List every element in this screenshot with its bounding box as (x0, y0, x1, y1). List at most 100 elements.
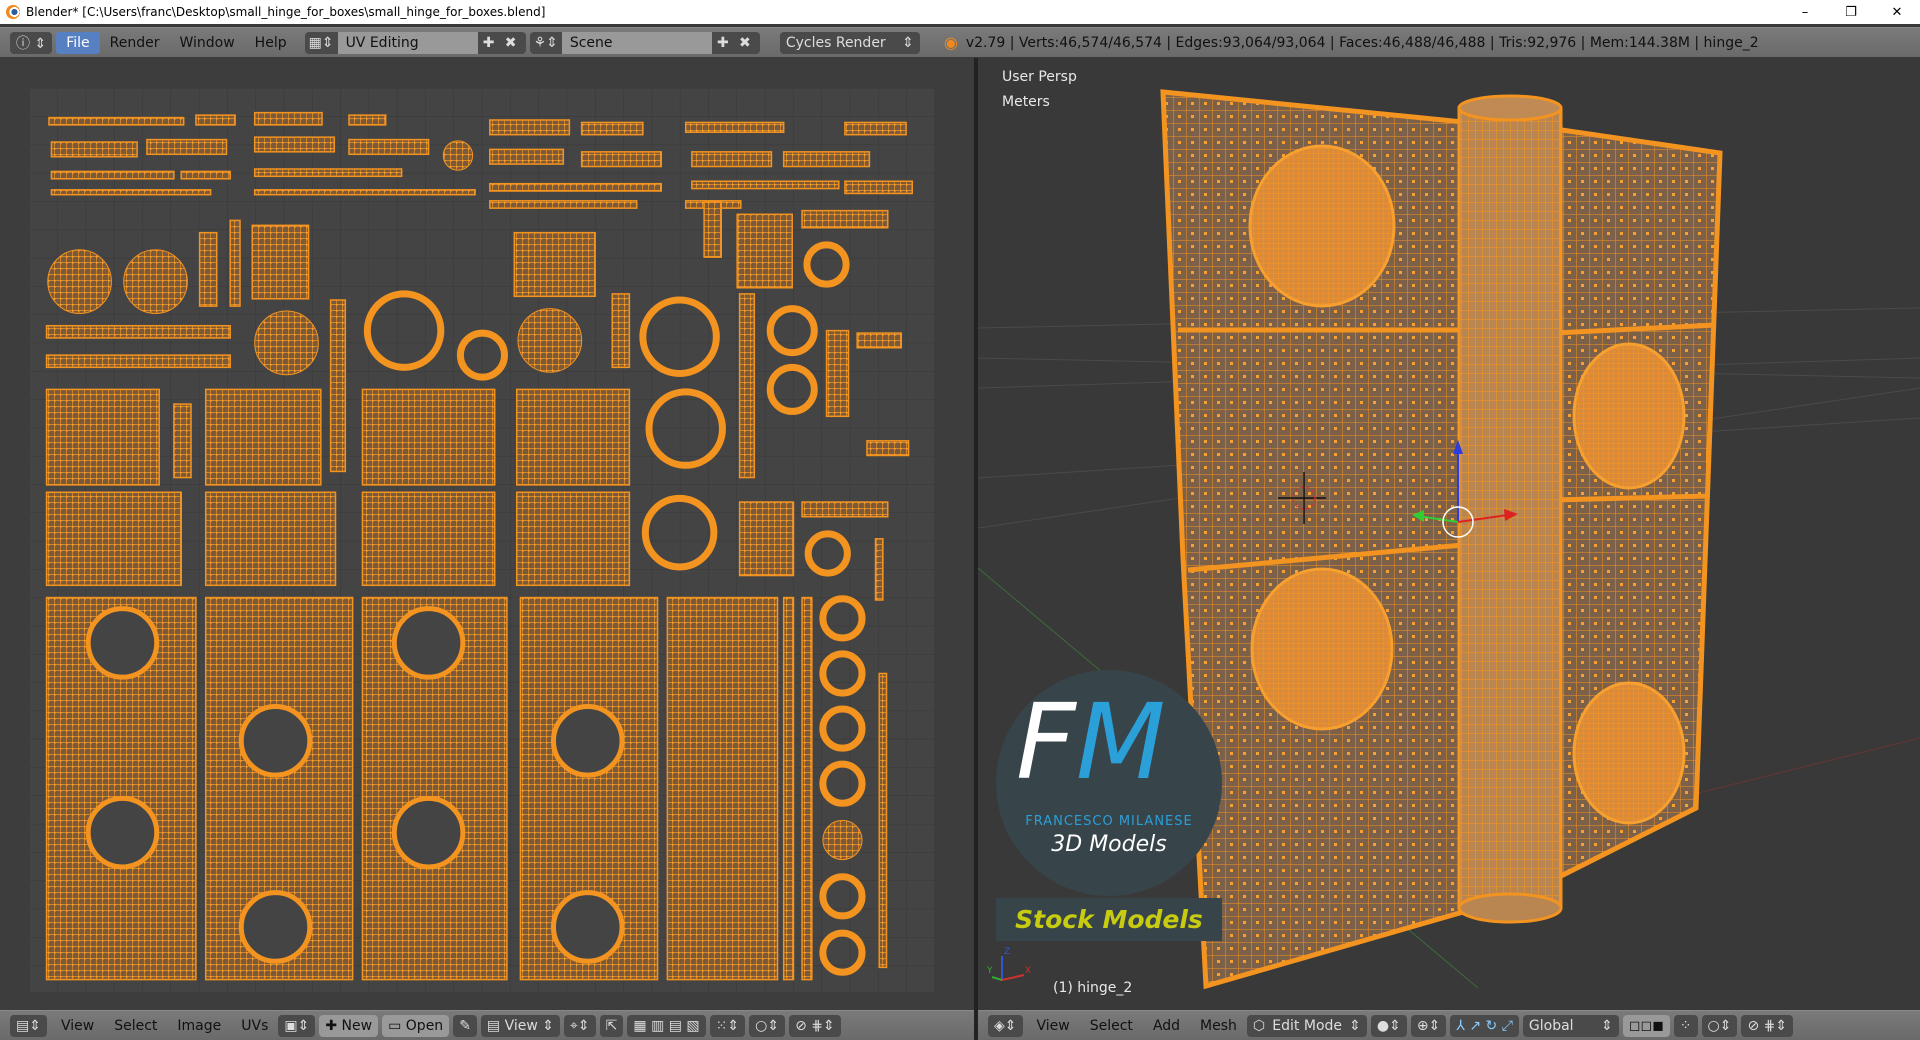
sticky-icon: ⁙⇕ (715, 1017, 740, 1034)
screen-layout-field[interactable]: UV Editing (337, 31, 478, 54)
image-browse-button[interactable]: ▣⇕ (278, 1014, 316, 1037)
solid-shading-icon: ●⇕ (1376, 1017, 1401, 1034)
v3d-menu-select[interactable]: Select (1080, 1015, 1143, 1037)
proportional-button[interactable]: ○⇕ (749, 1014, 786, 1037)
scene-selector[interactable]: ⚘⇕ Scene ✚ ✖ (529, 31, 760, 54)
logo-name: FRANCESCO MILANESE (1025, 814, 1193, 829)
uv-menu-select[interactable]: Select (104, 1015, 167, 1037)
editor-type-button[interactable]: ▤⇕ (10, 1014, 47, 1037)
uv-island (580, 121, 644, 136)
3d-viewport[interactable]: Z X Y User Persp Meters (1) hinge_2 FM F… (978, 58, 1920, 1010)
screen-layout-selector[interactable]: ▦⇕ UV Editing ✚ ✖ (304, 31, 526, 54)
uv-canvas[interactable] (0, 58, 974, 1010)
orientation-dropdown[interactable]: Global ⇕ (1522, 1014, 1619, 1037)
uv-island (85, 795, 160, 870)
v3d-menu-view[interactable]: View (1027, 1015, 1080, 1037)
new-image-button[interactable]: ✚ New (319, 1014, 379, 1037)
occlude-geometry-button[interactable]: ⁘ (1673, 1014, 1698, 1037)
new-label: New (341, 1017, 373, 1034)
uv-island (866, 440, 910, 457)
snap-button[interactable]: ⊘ ⋕⇕ (789, 1014, 841, 1037)
menu-file[interactable]: File (56, 31, 100, 54)
snap-toggle[interactable]: ⊘ ⋕⇕ (1741, 1014, 1794, 1037)
menu-render[interactable]: Render (100, 32, 170, 54)
scene-icon: ⚘⇕ (533, 34, 558, 51)
v3d-menu-add[interactable]: Add (1143, 1015, 1190, 1037)
uv-island (253, 189, 476, 196)
uv-island (844, 180, 914, 195)
uv-island (515, 388, 631, 486)
open-image-button[interactable]: ▭ Open (382, 1014, 450, 1037)
menu-help[interactable]: Help (245, 32, 297, 54)
view-name-label: User Persp (1002, 69, 1077, 85)
axis-x-label: X (1025, 966, 1031, 976)
uv-island (550, 890, 625, 964)
snap-icon: ⊘ ⋕⇕ (795, 1017, 835, 1034)
maximize-button[interactable]: ❐ (1828, 0, 1874, 24)
blender-icon: ◉ (943, 33, 958, 52)
scene-field[interactable]: Scene (561, 31, 712, 54)
close-button[interactable]: ✕ (1874, 0, 1920, 24)
uv-island (391, 795, 466, 870)
uv-island (442, 140, 474, 171)
uv-island (45, 354, 231, 369)
uv-image-editor[interactable] (0, 58, 974, 1010)
hinge-mesh (1160, 89, 1723, 990)
uv-island (50, 141, 138, 158)
delete-layout-icon[interactable]: ✖ (500, 32, 522, 54)
uv-island (489, 182, 662, 192)
uv-island (348, 138, 430, 156)
uv-island (782, 151, 871, 168)
editor-type-3d-button[interactable]: ◈⇕ (988, 1014, 1023, 1037)
layer-icons: ◻◻◼ (1628, 1017, 1664, 1034)
uv-island (45, 491, 182, 587)
uv-menu-image[interactable]: Image (167, 1015, 231, 1037)
uv-menu-uvs[interactable]: UVs (231, 1015, 278, 1037)
select-mode-buttons[interactable]: ▦ ▥ ▤ ▧ (627, 1014, 706, 1037)
v3d-menu-mesh[interactable]: Mesh (1190, 1015, 1247, 1037)
uv-island (801, 596, 813, 981)
uv-island (204, 388, 322, 486)
uv-island (195, 114, 236, 126)
uv-island (146, 138, 228, 156)
sync-selection-button[interactable]: ⇱ (599, 1014, 624, 1037)
uv-island (856, 332, 902, 349)
uv-island (550, 704, 625, 778)
edit-mode-icon: ⬡ (1252, 1017, 1266, 1034)
axis-gizmo-icon: Z X Y (986, 947, 1031, 981)
add-layout-icon[interactable]: ✚ (478, 32, 500, 54)
layer-buttons[interactable]: ◻◻◼ (1622, 1014, 1670, 1037)
uv-island (736, 213, 794, 289)
proportional-icon: ○⇕ (755, 1017, 780, 1034)
layout-icon: ▦⇕ (308, 34, 334, 51)
uv-island (253, 136, 336, 153)
uv-island (489, 200, 638, 209)
menu-window[interactable]: Window (169, 32, 244, 54)
uv-island (254, 310, 319, 376)
viewport-header: ◈⇕ View Select Add Mesh ⬡ Edit Mode ⇕ ●⇕ ⊕… (978, 1010, 1920, 1040)
editor-type-info-button[interactable]: ⓘ ⇕ (10, 31, 53, 54)
delete-scene-icon[interactable]: ✖ (734, 32, 756, 54)
render-engine-dropdown[interactable]: Cycles Render ⇕ (779, 31, 920, 54)
proportional-edit-button[interactable]: ○⇕ (1701, 1014, 1738, 1037)
mode-dropdown[interactable]: ▤ View ⇕ (480, 1014, 561, 1037)
mode-selector[interactable]: ⬡ Edit Mode ⇕ (1246, 1014, 1367, 1037)
pivot-point-dropdown[interactable]: ⊕⇕ (1410, 1014, 1447, 1037)
select-mode-icons: ▦ ▥ ▤ ▧ (633, 1017, 700, 1034)
minimize-button[interactable]: – (1782, 0, 1828, 24)
add-scene-icon[interactable]: ✚ (712, 32, 734, 54)
shading-dropdown[interactable]: ●⇕ (1370, 1014, 1407, 1037)
uv-menu-view[interactable]: View (51, 1015, 104, 1037)
manipulator-buttons[interactable]: ⅄ ↗ ↻ ⤢ (1450, 1014, 1519, 1037)
uv-island (173, 403, 192, 479)
pin-button[interactable]: ✎ (453, 1014, 477, 1037)
uv-island (513, 231, 596, 298)
pivot-button[interactable]: ⌖⇕ (564, 1014, 596, 1037)
uv-island (691, 151, 773, 168)
uv-island (515, 491, 631, 587)
uv-island (489, 119, 571, 136)
uv-island (391, 606, 466, 680)
view-mode-icon: ▤ (486, 1017, 505, 1034)
sticky-mode-button[interactable]: ⁙⇕ (709, 1014, 746, 1037)
folder-icon: ▭ (388, 1017, 406, 1034)
